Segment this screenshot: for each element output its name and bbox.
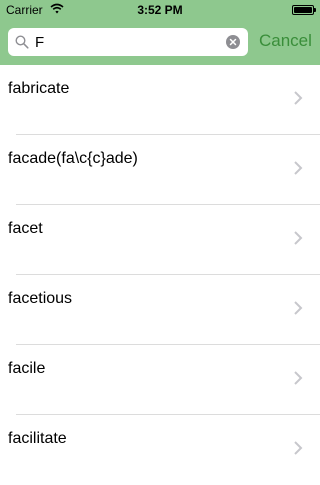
chevron-right-icon — [294, 441, 303, 455]
list-item-label: facetious — [8, 290, 73, 307]
cancel-button[interactable]: Cancel — [259, 31, 312, 51]
list-item-label: facet — [8, 220, 43, 237]
battery-icon — [292, 5, 316, 15]
list-item[interactable]: facade(fa\c{c}ade) — [0, 135, 320, 205]
chevron-right-icon — [294, 231, 303, 245]
clear-icon[interactable] — [226, 35, 240, 49]
list-item[interactable]: facetious — [0, 275, 320, 345]
chevron-right-icon — [294, 371, 303, 385]
list-item[interactable]: facile — [0, 345, 320, 415]
search-icon — [15, 35, 29, 49]
search-input[interactable] — [35, 32, 220, 52]
list-item-label: fabricate — [8, 80, 70, 97]
search-field[interactable] — [8, 28, 248, 56]
navigation-header: Carrier 3:52 PM Cancel — [0, 0, 320, 65]
list-item-label: facile — [8, 360, 46, 377]
status-time: 3:52 PM — [137, 3, 183, 17]
status-bar: Carrier 3:52 PM — [0, 0, 320, 20]
list-item-label: facade(fa\c{c}ade) — [8, 150, 138, 167]
list-item[interactable]: facilitate — [0, 415, 320, 485]
chevron-right-icon — [294, 91, 303, 105]
list-item-label: facilitate — [8, 430, 67, 447]
list-item[interactable]: facet — [0, 205, 320, 275]
results-list: fabricate facade(fa\c{c}ade) facet facet… — [0, 65, 320, 485]
chevron-right-icon — [294, 301, 303, 315]
list-item[interactable]: fabricate — [0, 65, 320, 135]
chevron-right-icon — [294, 161, 303, 175]
